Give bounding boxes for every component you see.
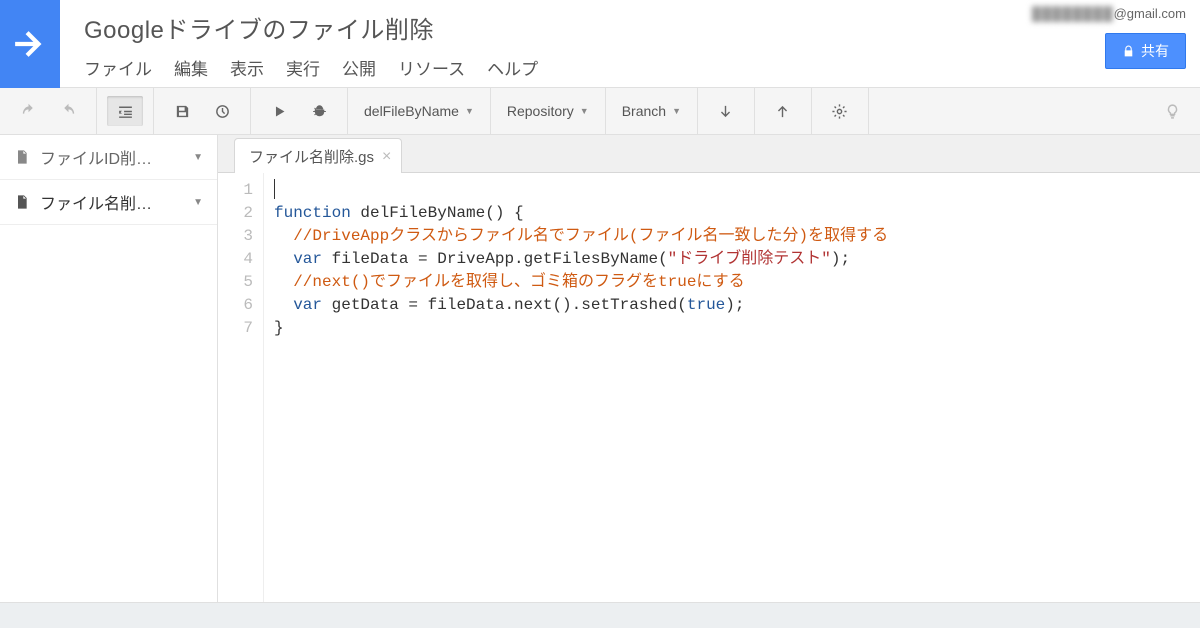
text-cursor bbox=[274, 179, 275, 199]
line-gutter: 1234567 bbox=[218, 173, 264, 602]
sidebar-item-label: ファイル名削… bbox=[40, 190, 183, 214]
sidebar: ファイルID削… ▼ ファイル名削… ▼ bbox=[0, 135, 218, 602]
code-content[interactable]: function delFileByName() { //DriveAppクラス… bbox=[264, 173, 888, 602]
run-button[interactable] bbox=[261, 96, 297, 126]
debug-button[interactable] bbox=[301, 96, 337, 126]
lightbulb-button[interactable] bbox=[1154, 96, 1190, 126]
save-icon bbox=[174, 103, 191, 120]
clock-icon bbox=[214, 103, 231, 120]
undo-button[interactable] bbox=[10, 96, 46, 126]
arrow-up-icon bbox=[774, 103, 791, 120]
toolbar: delFileByName ▼ Repository ▼ Branch ▼ bbox=[0, 88, 1200, 135]
chevron-down-icon: ▼ bbox=[193, 197, 203, 208]
gear-icon bbox=[831, 103, 848, 120]
menu-edit[interactable]: 編集 bbox=[174, 55, 208, 80]
indent-button[interactable] bbox=[107, 96, 143, 126]
user-email[interactable]: ████████@gmail.com bbox=[1032, 6, 1186, 21]
undo-icon bbox=[20, 103, 37, 120]
redo-icon bbox=[60, 103, 77, 120]
chevron-down-icon: ▼ bbox=[580, 106, 589, 116]
lock-icon bbox=[1122, 45, 1135, 58]
play-icon bbox=[271, 103, 288, 120]
save-button[interactable] bbox=[164, 96, 200, 126]
chevron-down-icon: ▼ bbox=[465, 106, 474, 116]
repository-select[interactable]: Repository ▼ bbox=[491, 88, 606, 134]
sidebar-item-label: ファイルID削… bbox=[40, 145, 183, 169]
sidebar-item-file-id[interactable]: ファイルID削… ▼ bbox=[0, 135, 217, 179]
function-select[interactable]: delFileByName ▼ bbox=[348, 88, 491, 134]
chevron-down-icon: ▼ bbox=[672, 106, 681, 116]
share-button[interactable]: 共有 bbox=[1105, 33, 1186, 69]
file-icon bbox=[14, 194, 30, 210]
pull-button[interactable] bbox=[708, 96, 744, 126]
file-icon bbox=[14, 149, 30, 165]
branch-select[interactable]: Branch ▼ bbox=[606, 88, 698, 134]
tabstrip: ファイル名削除.gs × bbox=[218, 135, 1200, 173]
redo-button[interactable] bbox=[50, 96, 86, 126]
tab-file[interactable]: ファイル名削除.gs × bbox=[234, 138, 402, 173]
project-title[interactable]: Googleドライブのファイル削除 bbox=[84, 10, 1032, 45]
menu-resources[interactable]: リソース bbox=[398, 55, 465, 80]
arrow-down-icon bbox=[717, 103, 734, 120]
function-select-label: delFileByName bbox=[364, 103, 459, 119]
settings-button[interactable] bbox=[822, 96, 858, 126]
menu-help[interactable]: ヘルプ bbox=[487, 55, 538, 80]
share-label: 共有 bbox=[1141, 41, 1169, 61]
close-icon[interactable]: × bbox=[382, 151, 391, 163]
sidebar-item-file-name[interactable]: ファイル名削… ▼ bbox=[0, 180, 217, 224]
lightbulb-icon bbox=[1164, 103, 1181, 120]
menu-view[interactable]: 表示 bbox=[230, 55, 264, 80]
menu-publish[interactable]: 公開 bbox=[342, 55, 376, 80]
code-editor[interactable]: 1234567 function delFileByName() { //Dri… bbox=[218, 173, 1200, 602]
chevron-down-icon: ▼ bbox=[193, 152, 203, 163]
app-logo[interactable] bbox=[0, 0, 60, 88]
tab-label: ファイル名削除.gs bbox=[249, 146, 374, 167]
triggers-button[interactable] bbox=[204, 96, 240, 126]
push-button[interactable] bbox=[765, 96, 801, 126]
bug-icon bbox=[311, 103, 328, 120]
indent-icon bbox=[117, 103, 134, 120]
menu-file[interactable]: ファイル bbox=[84, 55, 152, 80]
menu-run[interactable]: 実行 bbox=[286, 55, 320, 80]
statusbar bbox=[0, 602, 1200, 628]
